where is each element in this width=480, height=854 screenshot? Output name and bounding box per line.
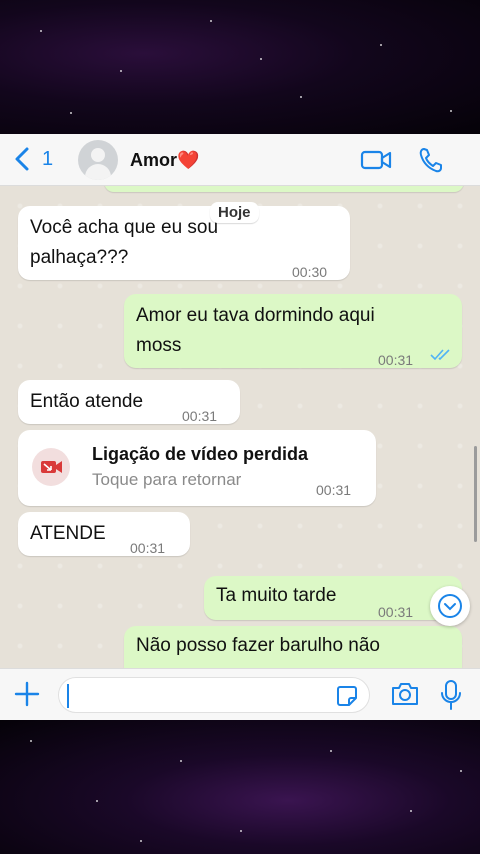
camera-icon[interactable] [390,681,420,707]
video-call-icon[interactable] [360,148,392,172]
message-text: Amor eu tava dormindo aqui [136,305,375,326]
message-bubble-partial [104,186,464,192]
message-text: palhaça??? [30,247,129,268]
chat-screen: 1 Amor❤️ Você acha que eu sou palhaça???… [0,134,480,720]
avatar[interactable] [78,140,118,180]
scroll-to-bottom-button[interactable] [430,586,470,626]
message-bubble[interactable]: ATENDE 00:31 [18,512,190,556]
scrollbar[interactable] [474,446,477,542]
chat-header: 1 Amor❤️ [0,134,480,186]
message-bubble[interactable]: Amor eu tava dormindo aqui moss 00:31 [124,294,462,368]
read-receipt-icon [430,349,450,361]
wallpaper-top [0,0,480,134]
message-text: Ta muito tarde [216,585,337,606]
date-separator: Hoje [210,202,259,223]
chevron-down-icon [438,594,462,618]
composer-bar [0,668,480,720]
message-input[interactable] [58,677,370,713]
missed-call-bubble[interactable]: Ligação de vídeo perdida Toque para reto… [18,430,376,506]
plus-icon[interactable] [14,681,40,707]
message-time: 00:31 [378,352,414,368]
back-chevron-icon[interactable] [10,146,36,172]
message-bubble[interactable]: Não posso fazer barulho não 00:31 [124,626,462,668]
message-list[interactable]: Você acha que eu sou palhaça??? 00:30 Ho… [0,186,480,668]
unread-count[interactable]: 1 [42,148,53,171]
message-time: 00:31 [130,540,166,556]
message-time: 00:31 [378,604,414,620]
sticker-icon[interactable] [335,684,359,708]
contact-name[interactable]: Amor❤️ [130,150,199,171]
missed-video-call-icon [32,448,70,486]
message-text: Então atende [30,391,144,412]
phone-icon[interactable] [418,146,444,174]
message-time: 00:31 [316,482,352,498]
message-time: 00:31 [182,408,218,424]
missed-call-subtitle: Toque para retornar [92,470,242,489]
message-text: Você acha que eu sou [30,217,219,238]
message-time: 00:30 [292,264,328,280]
wallpaper-bottom [0,720,480,854]
message-text: Não posso fazer barulho não [136,635,380,656]
message-text: ATENDE [30,523,106,544]
missed-call-title: Ligação de vídeo perdida [92,444,309,464]
message-bubble[interactable]: Ta muito tarde 00:31 [204,576,462,620]
message-bubble[interactable]: Você acha que eu sou palhaça??? 00:30 [18,206,350,280]
message-time: 00:31 [378,660,413,668]
microphone-icon[interactable] [440,679,462,711]
message-bubble[interactable]: Então atende 00:31 [18,380,240,424]
text-cursor [67,684,69,708]
message-text: moss [136,335,182,356]
